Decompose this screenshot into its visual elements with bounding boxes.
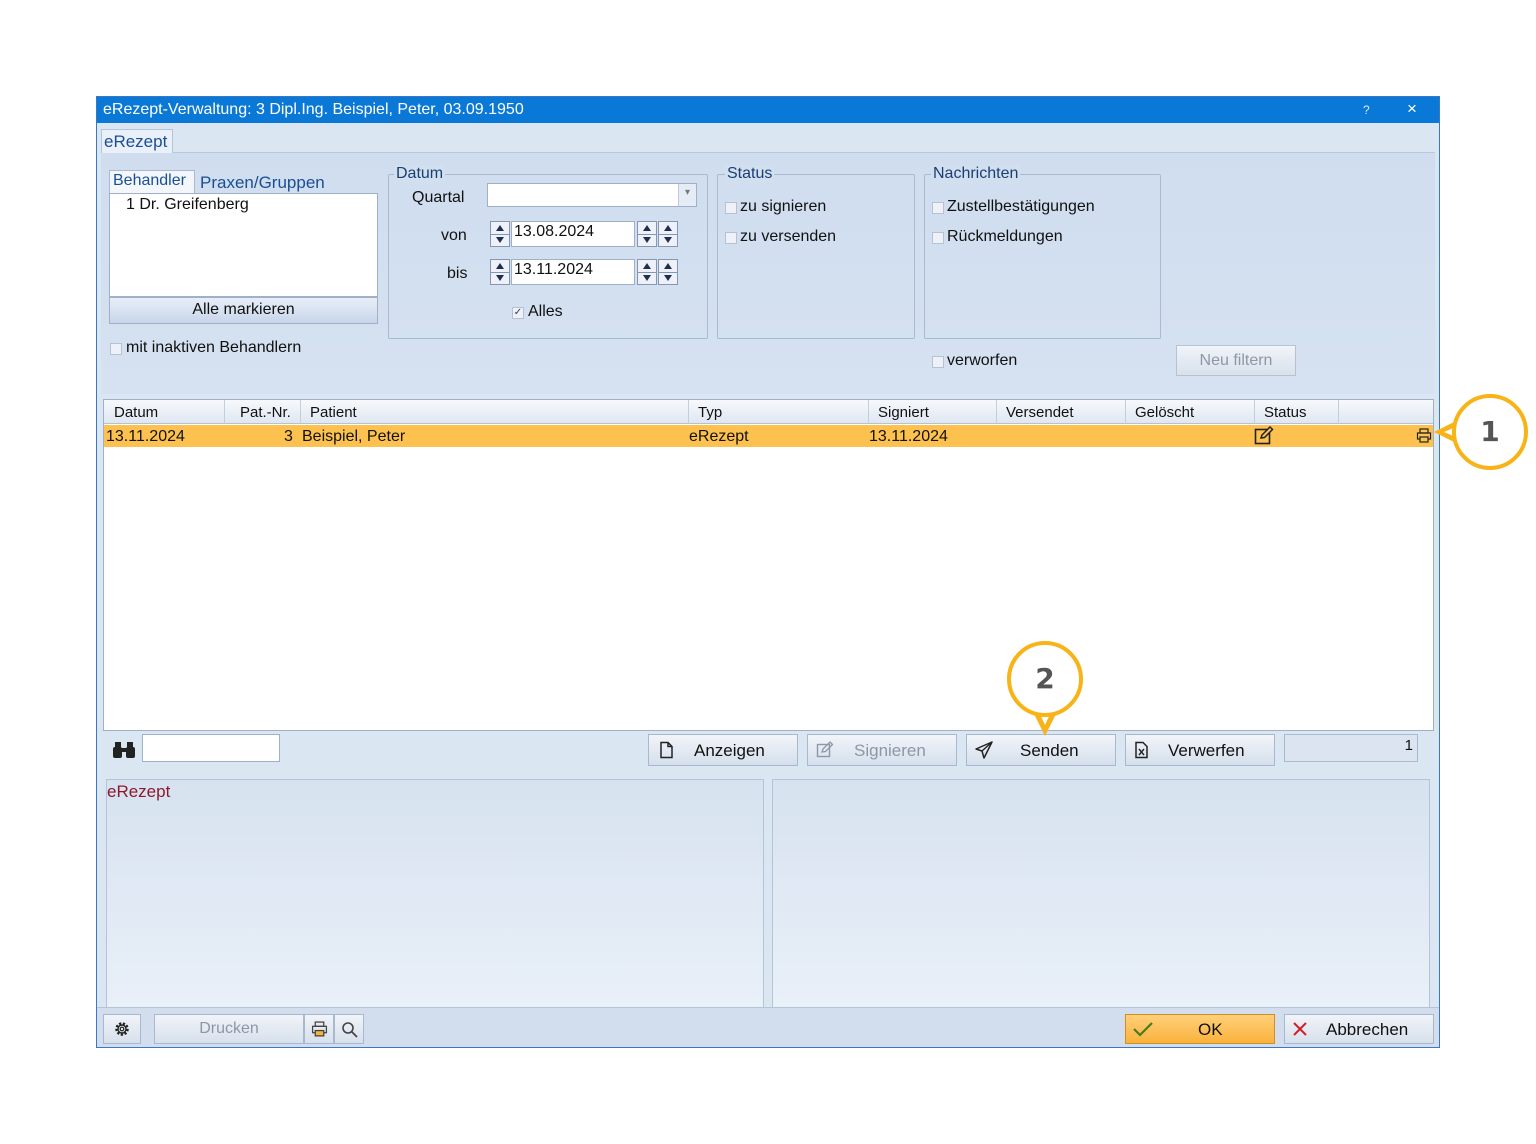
table-row[interactable]: 13.11.2024 3 Beispiel, Peter eRezept 13.… <box>104 425 1433 447</box>
detail-panel-right <box>772 779 1430 1009</box>
signieren-button[interactable]: Signieren <box>807 734 957 766</box>
verwerfen-button[interactable]: Verwerfen <box>1125 734 1275 766</box>
col-typ[interactable]: Typ <box>698 404 722 421</box>
cell-patnr: 3 <box>284 428 293 445</box>
document-icon <box>660 741 673 759</box>
erezept-window: eRezept-Verwaltung: 3 Dipl.Ing. Beispiel… <box>96 96 1440 1048</box>
neu-filtern-button[interactable]: Neu filtern <box>1176 345 1296 376</box>
verworfen-checkbox[interactable] <box>932 356 944 368</box>
zu-versenden-checkbox[interactable] <box>725 232 737 244</box>
col-patient[interactable]: Patient <box>310 404 357 421</box>
callout-1: 1 <box>1452 394 1528 470</box>
bis-spin-left[interactable] <box>490 259 510 285</box>
close-button[interactable]: × <box>1407 99 1417 119</box>
col-status[interactable]: Status <box>1264 404 1307 421</box>
bis-date-input[interactable]: 13.11.2024 <box>511 259 635 285</box>
alles-label: Alles <box>528 303 563 320</box>
callout-2: 2 <box>1007 641 1083 717</box>
inactive-behandler-checkbox[interactable] <box>110 343 122 355</box>
zustellbestaetigungen-label: Zustellbestätigungen <box>947 198 1095 215</box>
von-date-input[interactable]: 13.08.2024 <box>511 221 635 247</box>
printer-icon <box>311 1021 328 1037</box>
zu-signieren-label: zu signieren <box>740 198 827 215</box>
bis-label: bis <box>447 265 468 282</box>
senden-label: Senden <box>1020 741 1079 760</box>
record-count: 1 <box>1284 734 1418 762</box>
senden-button[interactable]: Senden <box>966 734 1116 766</box>
behandler-list[interactable]: 1 Dr. Greifenberg <box>109 193 378 297</box>
binoculars-icon[interactable] <box>113 741 137 759</box>
status-legend: Status <box>725 165 775 183</box>
verwerfen-label: Verwerfen <box>1168 741 1245 760</box>
settings-button[interactable] <box>103 1014 141 1044</box>
bis-spin-right-2[interactable] <box>658 259 678 285</box>
cell-signiert: 13.11.2024 <box>869 428 948 445</box>
drucken-button[interactable]: Drucken <box>154 1014 304 1044</box>
abbrechen-label: Abbrechen <box>1326 1020 1409 1039</box>
chevron-down-icon[interactable]: ▾ <box>678 184 696 206</box>
anzeigen-button[interactable]: Anzeigen <box>648 734 798 766</box>
detail-title: eRezept <box>107 782 171 801</box>
col-versendet[interactable]: Versendet <box>1006 404 1074 421</box>
anzeigen-label: Anzeigen <box>694 741 765 760</box>
von-spin-right-2[interactable] <box>658 221 678 247</box>
datum-legend: Datum <box>394 165 446 183</box>
print-options-button[interactable] <box>304 1014 334 1044</box>
window-title: eRezept-Verwaltung: 3 Dipl.Ing. Beispiel… <box>103 101 524 118</box>
tab-behandler[interactable]: Behandler <box>109 170 195 193</box>
col-patnr[interactable]: Pat.-Nr. <box>240 404 291 421</box>
print-preview-button[interactable] <box>334 1014 364 1044</box>
col-signiert[interactable]: Signiert <box>878 404 929 421</box>
cell-patient: Beispiel, Peter <box>302 428 406 445</box>
ok-button[interactable]: OK <box>1125 1014 1275 1044</box>
col-geloescht[interactable]: Gelöscht <box>1135 404 1194 421</box>
cell-typ: eRezept <box>689 428 749 445</box>
quartal-select[interactable]: ▾ <box>487 183 697 207</box>
behandler-list-item[interactable]: 1 Dr. Greifenberg <box>126 196 249 214</box>
gear-icon <box>115 1022 129 1036</box>
erezept-table[interactable]: Datum Pat.-Nr. Patient Typ Signiert Vers… <box>103 399 1434 731</box>
verworfen-label: verworfen <box>947 352 1018 369</box>
select-all-button[interactable]: Alle markieren <box>109 297 378 324</box>
table-header: Datum Pat.-Nr. Patient Typ Signiert Vers… <box>104 400 1433 424</box>
alles-checkbox[interactable]: ✓ <box>512 307 524 319</box>
paper-plane-icon <box>975 741 993 759</box>
checkmark-icon <box>1133 1022 1153 1037</box>
rueckmeldungen-label: Rückmeldungen <box>947 228 1063 245</box>
von-spin-left[interactable] <box>490 221 510 247</box>
magnifier-icon <box>342 1022 358 1038</box>
cell-datum: 13.11.2024 <box>106 428 185 445</box>
edit-icon[interactable] <box>1254 426 1274 445</box>
inactive-behandler-label: mit inaktiven Behandlern <box>126 339 302 356</box>
title-bar: eRezept-Verwaltung: 3 Dipl.Ing. Beispiel… <box>97 97 1439 123</box>
close-icon <box>1293 1022 1307 1036</box>
search-input[interactable] <box>142 734 280 762</box>
sign-icon <box>816 741 834 758</box>
zustellbestaetigungen-checkbox[interactable] <box>932 202 944 214</box>
detail-panel-left: eRezept <box>106 779 764 1009</box>
help-button[interactable]: ? <box>1363 103 1370 117</box>
von-spin-right-1[interactable] <box>637 221 657 247</box>
bis-spin-right-1[interactable] <box>637 259 657 285</box>
rueckmeldungen-checkbox[interactable] <box>932 232 944 244</box>
abbrechen-button[interactable]: Abbrechen <box>1284 1014 1434 1044</box>
tab-erezept[interactable]: eRezept <box>101 129 173 153</box>
ok-label: OK <box>1198 1020 1223 1039</box>
zu-signieren-checkbox[interactable] <box>725 202 737 214</box>
nachrichten-legend: Nachrichten <box>931 165 1021 183</box>
quartal-label: Quartal <box>412 189 465 206</box>
signieren-label: Signieren <box>854 741 926 760</box>
col-datum[interactable]: Datum <box>114 404 158 421</box>
tab-praxen-gruppen[interactable]: Praxen/Gruppen <box>200 173 325 193</box>
discard-file-icon <box>1135 741 1148 759</box>
zu-versenden-label: zu versenden <box>740 228 837 245</box>
von-label: von <box>441 227 467 244</box>
